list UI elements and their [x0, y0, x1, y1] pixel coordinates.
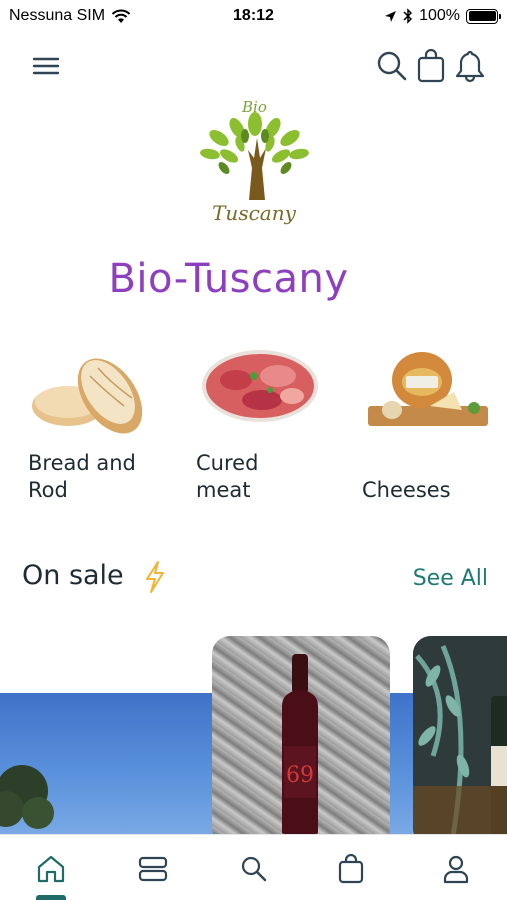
user-icon [443, 855, 469, 884]
active-tab-indicator [36, 895, 66, 900]
bio-tuscany-logo: Bio Tuscany [200, 98, 309, 225]
product-card-oil[interactable] [413, 636, 507, 846]
bell-icon [455, 50, 485, 83]
search-icon [377, 51, 407, 81]
shopping-bag-icon [417, 49, 445, 83]
cured-meat-image [202, 350, 318, 422]
category-label: Cured meat [196, 451, 259, 502]
bag-icon [338, 854, 364, 884]
tab-categories[interactable] [133, 849, 173, 889]
product-card-wine[interactable]: 69 [212, 636, 390, 846]
battery-percent: 100% [419, 7, 460, 24]
carrier-label: Nessuna SIM [9, 7, 106, 24]
tab-profile[interactable] [436, 849, 476, 889]
category-cheeses[interactable]: Cheeses [362, 340, 507, 504]
category-cured-meat[interactable]: Cured meat [196, 340, 346, 504]
tree-image [0, 765, 54, 829]
wine-bottle-image: 69 [282, 654, 318, 834]
lightning-icon [146, 561, 164, 593]
wifi-icon [111, 9, 131, 23]
search-button[interactable] [374, 48, 410, 84]
tab-cart[interactable] [331, 849, 371, 889]
hamburger-menu-icon [32, 57, 60, 75]
menu-button[interactable] [28, 50, 64, 82]
category-bread[interactable]: Bread and Rod [28, 340, 178, 504]
cart-button[interactable] [413, 48, 449, 84]
svg-text:69: 69 [286, 763, 314, 788]
status-left: Nessuna SIM [9, 7, 131, 25]
list-icon [138, 856, 168, 882]
cheese-image [368, 352, 488, 426]
bread-image [32, 358, 143, 434]
battery-fill [468, 11, 496, 21]
notifications-button[interactable] [451, 48, 489, 84]
on-sale-header: On sale See All [22, 560, 488, 600]
brand-title: Bio-Tuscany [108, 256, 349, 302]
tab-home[interactable] [31, 849, 71, 889]
on-sale-title: On sale [22, 560, 124, 591]
bottom-tab-bar [0, 834, 507, 900]
category-label: Cheeses [362, 478, 451, 502]
app-header [0, 44, 507, 88]
tab-search[interactable] [234, 849, 274, 889]
search-icon [241, 856, 267, 882]
see-all-link[interactable]: See All [413, 566, 488, 591]
category-label: Bread and Rod [28, 451, 136, 502]
olive-oil-image [413, 636, 507, 846]
location-arrow-icon [385, 10, 397, 22]
status-bar: Nessuna SIM 18:12 100% [0, 0, 507, 32]
home-icon [37, 855, 65, 883]
battery-icon [466, 8, 501, 24]
bluetooth-icon [403, 8, 413, 24]
logo-text: Tuscany [212, 201, 296, 225]
status-right: 100% [384, 7, 501, 25]
